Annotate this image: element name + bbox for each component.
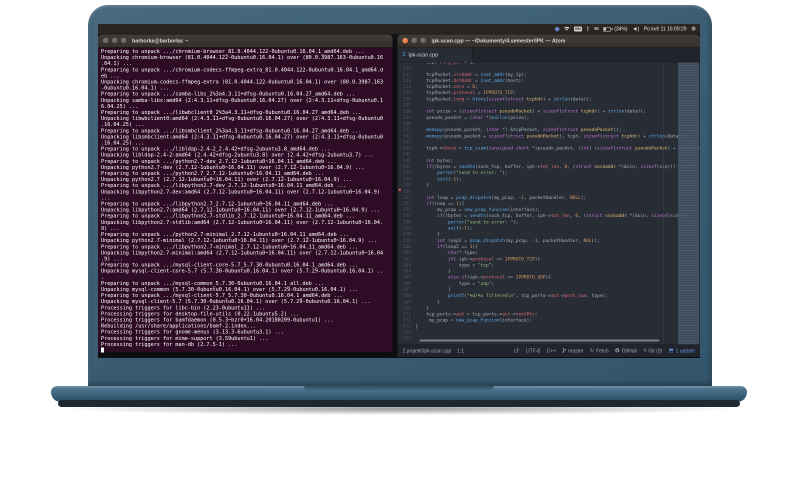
atom-window: ipk-scan.cpp — ~/Dokumenty/4.semester/IP… — [397, 34, 701, 357]
laptop-lid-notch — [304, 386, 494, 392]
code-editor[interactable]: 530 tcph->urg_ptr = 0; 531 532 tcpPacket.s… — [398, 62, 701, 345]
code-line: 542 memcpy(pseudo_packet + sizeof(struct… — [398, 133, 701, 139]
terminal-line: Unpacking python2.7-minimal (2.7.12-1ubu… — [101, 237, 377, 244]
session-gear-icon[interactable]: ⚙ — [691, 26, 696, 32]
terminal-line: Unpacking mysql-client-core-5.7 (5.7.30-… — [101, 268, 384, 275]
code-text: pseudo_packet = (char *)malloc(psize); — [415, 115, 530, 121]
sync-icon: ↻ — [589, 348, 595, 354]
code-text: printf("%d/%s filtered\n", tcp_ports->ac… — [448, 293, 608, 299]
git-modified-marker — [398, 188, 401, 191]
terminal-line: Preparing to unpack .../chromium-codecs-… — [101, 66, 384, 73]
terminal-line: Unpacking libsmbclient:amd64 (2:4.3.11+d… — [101, 133, 384, 140]
code-text: tcph->check = tcp_csum((unsigned short *… — [415, 146, 700, 152]
volume-icon[interactable]: ◄) — [632, 26, 639, 32]
terminal-line: Unpacking libpython2.7-minimal:amd64 (2.… — [101, 249, 384, 256]
battery-indicator[interactable]: (34%) — [603, 26, 628, 32]
terminal-window: barborka@barborka: ~ Preparing to unpack… — [98, 34, 393, 353]
editor-status-bar: 2.projekt/ipk-scan.cpp 1:1 LF UTF-8 C++ … — [397, 344, 700, 357]
battery-percent: (34%) — [614, 26, 628, 32]
line-number: 575 — [402, 336, 411, 342]
github-icon — [615, 348, 620, 354]
wrap-guide — [663, 62, 664, 345]
minimize-button[interactable] — [411, 38, 417, 44]
status-updates[interactable]: ⬒ 1 update — [669, 348, 695, 354]
status-fetch[interactable]: ↻ Fetch — [590, 348, 609, 354]
code-text: my_pcap = new_pcap_funcion(interface); — [415, 318, 533, 324]
terminal-line: Unpacking libldap-2.4-2:amd64 (2.4.42+df… — [101, 152, 374, 159]
code-text: tcpPacket.leng = htons(sizeof(struct tcp… — [415, 96, 592, 102]
status-encoding[interactable]: UTF-8 — [526, 348, 540, 354]
terminal-cursor — [101, 347, 104, 353]
status-git-branch[interactable]: master — [562, 347, 583, 355]
laptop-mockup: EN ᛒ ✉ (34%) ◄) Po kvě 11 16:09:29 ⚙ bar… — [0, 0, 800, 477]
system-top-panel: EN ᛒ ✉ (34%) ◄) Po kvě 11 16:09:29 ⚙ — [98, 24, 700, 35]
status-github[interactable]: GitHub — [615, 348, 637, 354]
maximize-button[interactable] — [420, 38, 426, 44]
code-lines: 530 tcph->urg_ptr = 0; 531 532 tcpPacket.s… — [398, 62, 701, 343]
terminal-line: Preparing to unpack .../samba-libs_2%3a4… — [101, 91, 356, 98]
mail-icon[interactable]: ✉ — [594, 26, 599, 32]
clock[interactable]: Po kvě 11 16:09:29 — [644, 26, 687, 32]
terminal-line: Unpacking libpython2.7-dev:amd64 (2.7.12… — [101, 188, 380, 195]
status-cursor-position[interactable]: 1:1 — [457, 348, 464, 354]
status-right-group: LF UTF-8 C++ master ↻ Fetch GitHub ± Git… — [514, 347, 695, 355]
terminal-output[interactable]: Preparing to unpack .../chromium-browser… — [98, 48, 393, 353]
package-icon: ⬒ — [668, 348, 674, 354]
close-button[interactable] — [103, 38, 109, 44]
status-grammar[interactable]: C++ — [547, 348, 556, 354]
terminal-titlebar: barborka@barborka: ~ — [98, 34, 393, 48]
maximize-button[interactable] — [121, 38, 127, 44]
terminal-line: Unpacking libwbclient0:amd64 (2:4.3.11+d… — [101, 115, 384, 122]
code-text: tcph->urg_ptr = 0; — [415, 62, 476, 66]
laptop-screen: EN ᛒ ✉ (34%) ◄) Po kvě 11 16:09:29 ⚙ bar… — [98, 24, 700, 358]
code-line: 544 tcph->check = tcp_csum((unsigned sho… — [398, 146, 700, 152]
tab-label: ipk-scan.cpp — [408, 51, 438, 58]
system-tray: EN ᛒ ✉ (34%) ◄) Po kvě 11 16:09:29 ⚙ — [555, 24, 696, 34]
branch-icon — [562, 347, 567, 355]
atom-window-title: ipk-scan.cpp — ~/Dokumenty/4.semester/IP… — [431, 37, 566, 44]
terminal-line: Preparing to unpack .../libpython2.7-min… — [101, 243, 359, 250]
atom-titlebar: ipk-scan.cpp — ~/Dokumenty/4.semester/IP… — [397, 34, 700, 48]
terminal-line: Unpacking chromium-browser (81.0.4044.12… — [101, 54, 384, 61]
code-text: memcpy(pseudo_packet + sizeof(struct pse… — [426, 133, 687, 139]
minimize-button[interactable] — [112, 38, 118, 44]
terminal-title: barborka@barborka: ~ — [132, 37, 189, 44]
wifi-icon[interactable] — [564, 26, 570, 32]
horizontal-scrollbar[interactable] — [419, 339, 660, 342]
tab-ipk-scan-cpp[interactable]: C ipk-scan.cpp — [397, 47, 473, 62]
code-text: } — [415, 182, 430, 188]
c-file-icon: C — [402, 52, 406, 58]
keyboard-layout-indicator[interactable]: EN — [574, 26, 582, 32]
status-git-changes[interactable]: ± Git (0) — [644, 348, 663, 354]
terminal-line: Unpacking samba-libs:amd64 (2:4.3.11+dfs… — [101, 97, 384, 104]
terminal-line: Unpacking mysql-client-5.7 (5.7.30-0ubun… — [101, 298, 371, 305]
battery-icon — [603, 26, 612, 32]
minimap[interactable] — [678, 62, 699, 345]
terminal-line: Unpacking libpython2.7-stdlib:amd64 (2.7… — [101, 219, 384, 226]
battery-tip — [611, 28, 613, 30]
terminal-prompt-line — [101, 347, 393, 353]
code-text: } — [415, 324, 419, 330]
app-indicator-icon[interactable] — [555, 26, 560, 32]
diff-icon: ± — [643, 348, 647, 354]
status-line-ending[interactable]: LF — [514, 348, 520, 354]
terminal-line: Preparing to unpack .../libpython2.7-std… — [101, 213, 356, 220]
editor-tab-bar: C ipk-scan.cpp — [397, 47, 700, 63]
desktop: EN ᛒ ✉ (34%) ◄) Po kvě 11 16:09:29 ⚙ bar… — [98, 24, 700, 358]
close-button[interactable] — [402, 38, 408, 44]
laptop-base-bottom — [58, 400, 740, 407]
status-file-path[interactable]: 2.projekt/ipk-scan.cpp — [403, 348, 452, 354]
bluetooth-icon[interactable]: ᛒ — [586, 26, 589, 32]
